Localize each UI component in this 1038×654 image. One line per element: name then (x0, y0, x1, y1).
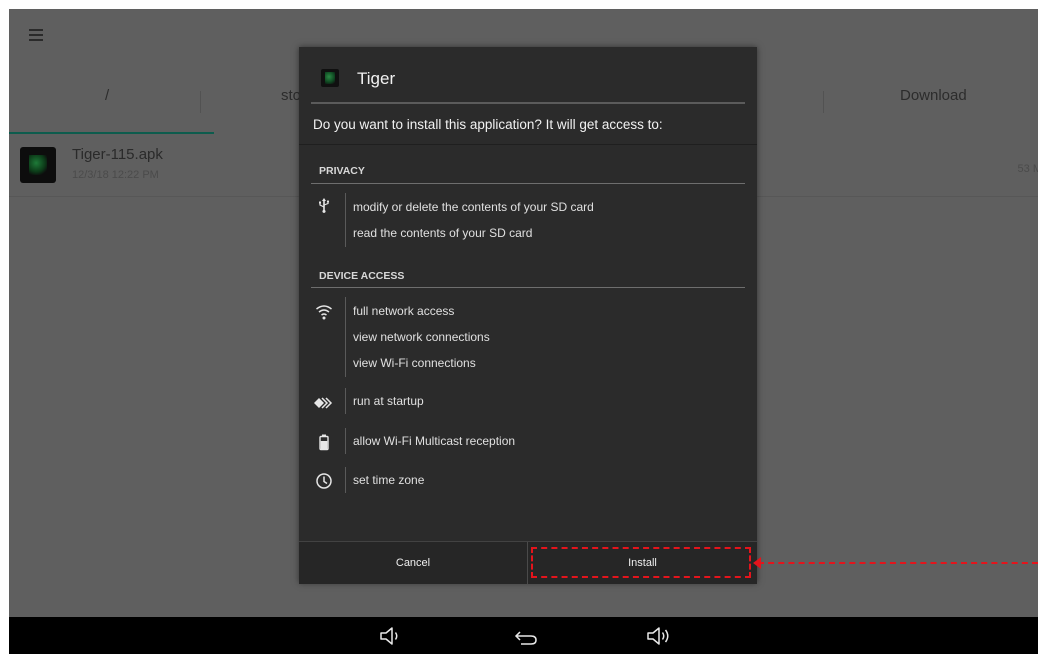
tab-storage[interactable]: sto (281, 87, 301, 104)
section-heading-device-access: DEVICE ACCESS (319, 270, 405, 282)
permission-item: full network access (353, 304, 455, 318)
permission-bar (345, 388, 346, 414)
section-divider (311, 287, 745, 288)
tab-divider (823, 91, 824, 113)
install-highlight-box (531, 547, 751, 578)
back-icon[interactable] (513, 625, 539, 647)
volume-up-icon[interactable] (645, 625, 675, 647)
dialog-title: Tiger (357, 69, 396, 88)
file-size: 53 M (1017, 163, 1038, 175)
clock-icon (316, 473, 332, 489)
volume-down-icon[interactable] (378, 625, 404, 647)
install-dialog: Tiger Do you want to install this applic… (299, 47, 757, 584)
tab-underline (9, 132, 214, 134)
tab-download[interactable]: Download (900, 87, 967, 104)
file-name: Tiger-115.apk (72, 146, 163, 163)
section-heading-privacy: PRIVACY (319, 165, 365, 177)
install-question: Do you want to install this application?… (313, 117, 663, 132)
permission-item: run at startup (353, 394, 424, 408)
tab-divider (200, 91, 201, 113)
permission-bar (345, 428, 346, 454)
permission-item: read the contents of your SD card (353, 226, 533, 240)
permission-bar (345, 467, 346, 493)
permission-item: allow Wi-Fi Multicast reception (353, 434, 516, 448)
permission-bar (345, 193, 346, 247)
wifi-icon (316, 305, 332, 320)
system-nav-bar (9, 617, 1038, 654)
permission-item: modify or delete the contents of your SD… (353, 200, 594, 214)
hamburger-menu-icon[interactable] (29, 29, 45, 41)
permission-item: view network connections (353, 330, 490, 344)
app-icon (321, 69, 339, 87)
permission-bar (345, 297, 346, 377)
battery-icon (319, 434, 329, 451)
startup-icon (314, 397, 333, 409)
permission-item: view Wi-Fi connections (353, 356, 476, 370)
usb-icon (319, 198, 330, 213)
file-date: 12/3/18 12:22 PM (72, 169, 159, 181)
pointer-line (758, 562, 1038, 564)
permission-item: set time zone (353, 473, 425, 487)
tab-root[interactable]: / (105, 87, 109, 104)
dialog-header: Tiger (299, 47, 757, 105)
divider (299, 144, 757, 145)
apk-file-icon (20, 147, 56, 183)
android-screen: / sto Download Tiger-115.apk 12/3/18 12:… (9, 9, 1038, 654)
section-divider (311, 183, 745, 184)
cancel-button[interactable]: Cancel (299, 542, 527, 584)
title-divider (311, 102, 745, 104)
